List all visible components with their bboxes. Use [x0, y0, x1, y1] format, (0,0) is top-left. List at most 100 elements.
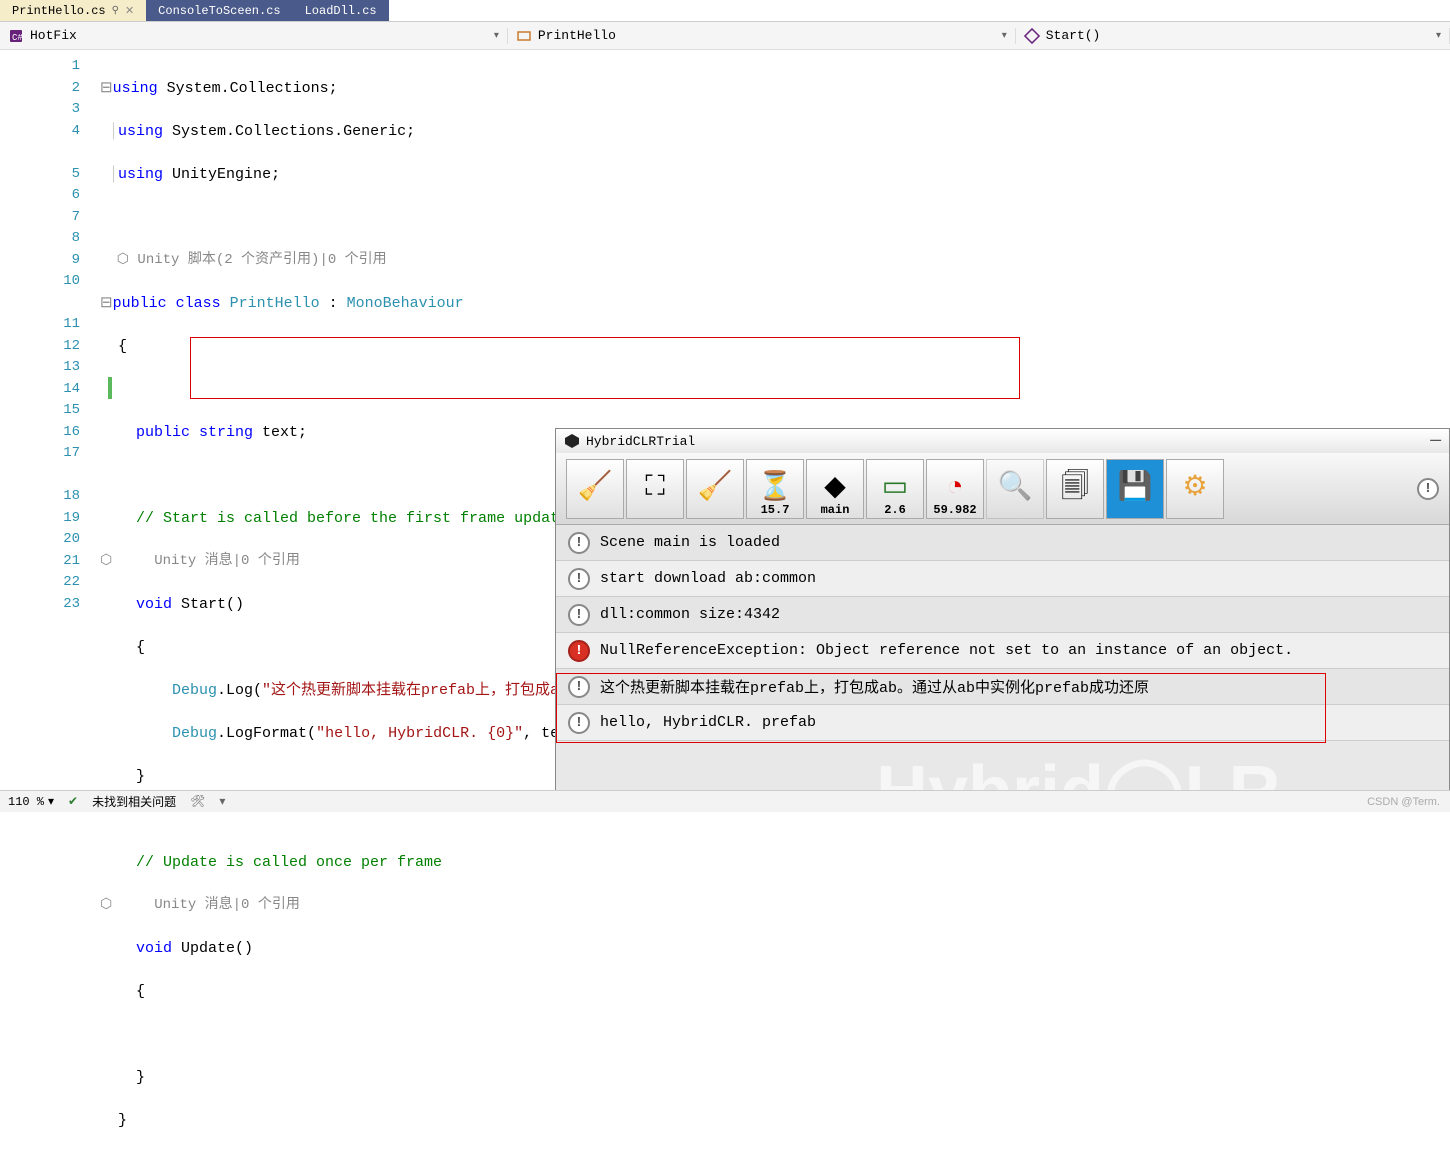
- string: "hello, HybridCLR. {0}": [316, 725, 523, 742]
- comment: // Update is called once per frame: [100, 854, 442, 871]
- line-number: 5: [0, 164, 80, 186]
- screwdriver-icon[interactable]: 🛠: [190, 794, 205, 809]
- code-text: UnityEngine;: [163, 166, 280, 183]
- breadcrumb-class[interactable]: PrintHello ▾: [508, 28, 1016, 44]
- tab-printhello[interactable]: PrintHello.cs ⚲ ✕: [0, 0, 146, 21]
- line-number: 1: [0, 56, 80, 78]
- log-row[interactable]: !NullReferenceException: Object referenc…: [556, 633, 1449, 669]
- issues-text[interactable]: 未找到相关问题: [92, 793, 176, 810]
- unity-titlebar[interactable]: HybridCLRTrial —: [556, 429, 1449, 453]
- tool-save[interactable]: 💾: [1106, 459, 1164, 519]
- tool-rate[interactable]: ◔59.982: [926, 459, 984, 519]
- tool-value: 15.7: [761, 503, 790, 517]
- type: MonoBehaviour: [347, 295, 464, 312]
- tool-scene[interactable]: ◆main: [806, 459, 864, 519]
- code-text: text;: [253, 424, 307, 441]
- line-number: 8: [0, 228, 80, 250]
- tool-clearplay[interactable]: 🧹: [686, 459, 744, 519]
- tool-collapse[interactable]: ⛶: [626, 459, 684, 519]
- keyword: using: [113, 80, 158, 97]
- info-icon: !: [568, 532, 590, 554]
- log-row[interactable]: !dll:common size:4342: [556, 597, 1449, 633]
- tab-loaddll[interactable]: LoadDll.cs: [293, 0, 389, 21]
- line-number: 2: [0, 78, 80, 100]
- breadcrumb-text: Start(): [1046, 28, 1101, 43]
- tool-clear[interactable]: 🧹: [566, 459, 624, 519]
- codelens[interactable]: Unity 消息|0 个引用: [112, 897, 300, 913]
- log-row[interactable]: !start download ab:common: [556, 561, 1449, 597]
- keyword: public class: [113, 295, 230, 312]
- line-gutter: 1 2 3 4 5 6 7 8 9 10 11 12 13 14 15 16 1…: [0, 50, 100, 790]
- breadcrumb-project[interactable]: C# HotFix ▾: [0, 28, 508, 44]
- type: PrintHello: [230, 295, 320, 312]
- code-text: .LogFormat(: [217, 725, 316, 742]
- line-number: 4: [0, 121, 80, 143]
- pin-icon[interactable]: ⚲: [112, 5, 119, 17]
- svg-text:C#: C#: [12, 33, 23, 43]
- keyword: public string: [100, 424, 253, 441]
- code-text: (): [235, 940, 253, 957]
- tool-fps[interactable]: ⏳15.7: [746, 459, 804, 519]
- breadcrumb-member[interactable]: Start() ▾: [1016, 28, 1450, 44]
- log-row[interactable]: !Scene main is loaded: [556, 525, 1449, 561]
- line-number: 18: [0, 486, 80, 508]
- zoom-control[interactable]: 110 % ▾: [8, 794, 54, 809]
- minimize-icon[interactable]: —: [1430, 431, 1441, 451]
- codelens[interactable]: Unity 脚本(2 个资产引用)|0 个引用: [129, 252, 387, 268]
- line-number: 19: [0, 508, 80, 530]
- keyword: using: [118, 123, 163, 140]
- close-icon[interactable]: ✕: [125, 4, 134, 18]
- chevron-down-icon[interactable]: ▾: [219, 794, 225, 809]
- code-text: System.Collections.Generic;: [163, 123, 415, 140]
- codelens[interactable]: Unity 消息|0 个引用: [112, 553, 300, 569]
- line-number: 9: [0, 250, 80, 272]
- breadcrumb: C# HotFix ▾ PrintHello ▾ Start() ▾: [0, 22, 1450, 50]
- line-number: 22: [0, 572, 80, 594]
- chevron-down-icon[interactable]: ▾: [1002, 30, 1007, 42]
- breadcrumb-text: HotFix: [30, 28, 77, 43]
- tool-copy[interactable]: 🗐: [1046, 459, 1104, 519]
- code-text: System.Collections;: [158, 80, 338, 97]
- file-tabs: PrintHello.cs ⚲ ✕ ConsoleToSceen.cs Load…: [0, 0, 1450, 22]
- info-badge-icon[interactable]: !: [1417, 478, 1439, 500]
- tab-consoletoscreen[interactable]: ConsoleToSceen.cs: [146, 0, 292, 21]
- line-number: 11: [0, 314, 80, 336]
- chevron-down-icon[interactable]: ▾: [1436, 30, 1441, 42]
- line-number: 6: [0, 185, 80, 207]
- highlight-box-logs: [556, 673, 1326, 743]
- line-number: 16: [0, 422, 80, 444]
- tab-label: ConsoleToSceen.cs: [158, 4, 280, 18]
- chevron-down-icon[interactable]: ▾: [494, 30, 499, 42]
- code-text: }: [118, 1112, 127, 1129]
- change-bar: [108, 377, 112, 399]
- code-text: }: [100, 1069, 145, 1086]
- zoom-value: 110 %: [8, 795, 44, 809]
- code-text: :: [320, 295, 347, 312]
- tool-value: 59.982: [933, 503, 976, 517]
- line-number: 17: [0, 443, 80, 465]
- line-number: 23: [0, 594, 80, 616]
- ram-icon: ▭: [882, 475, 908, 503]
- info-icon: !: [568, 568, 590, 590]
- tool-search[interactable]: 🔍: [986, 459, 1044, 519]
- collapse-icon: ⛶: [645, 475, 665, 503]
- line-number: 14: [0, 379, 80, 401]
- line-number: 15: [0, 400, 80, 422]
- tool-settings[interactable]: ⚙: [1166, 459, 1224, 519]
- unity-console-window: HybridCLRTrial — 🧹 ⛶ 🧹 ⏳15.7 ◆main ▭2.6 …: [555, 428, 1450, 812]
- copy-icon: 🗐: [1061, 475, 1089, 503]
- log-text: dll:common size:4342: [600, 606, 780, 623]
- unity-cube-icon: ◆: [824, 475, 846, 503]
- tool-value: main: [821, 503, 850, 517]
- chevron-down-icon[interactable]: ▾: [48, 794, 54, 809]
- hourglass-icon: ⏳: [758, 475, 793, 503]
- unity-toolbar: 🧹 ⛶ 🧹 ⏳15.7 ◆main ▭2.6 ◔59.982 🔍 🗐 💾 ⚙ !: [556, 453, 1449, 525]
- line-number: 21: [0, 551, 80, 573]
- search-icon: 🔍: [998, 475, 1033, 503]
- breadcrumb-text: PrintHello: [538, 28, 616, 43]
- code-text: .Log(: [217, 682, 262, 699]
- class-icon: [516, 28, 532, 44]
- type: Debug: [100, 725, 217, 742]
- keyword: using: [118, 166, 163, 183]
- tool-memory[interactable]: ▭2.6: [866, 459, 924, 519]
